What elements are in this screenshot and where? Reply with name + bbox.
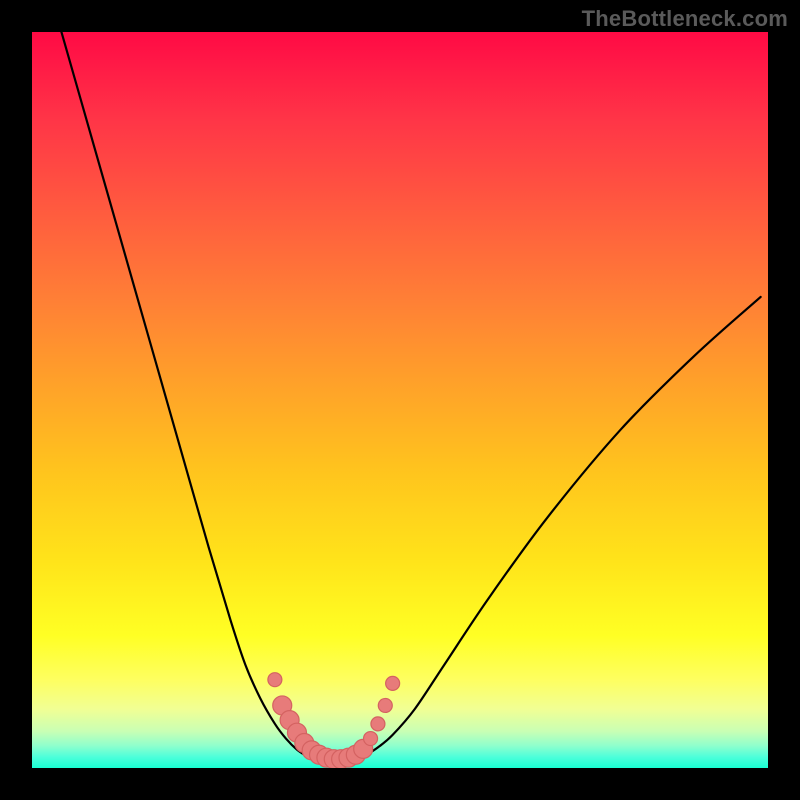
- data-marker: [268, 673, 282, 687]
- data-marker: [378, 698, 392, 712]
- data-markers-group: [268, 673, 400, 768]
- curve-left-branch: [61, 32, 308, 757]
- data-marker: [364, 732, 378, 746]
- curve-right-branch: [363, 297, 760, 757]
- chart-svg: [32, 32, 768, 768]
- chart-plot-area: [32, 32, 768, 768]
- watermark-text: TheBottleneck.com: [582, 6, 788, 32]
- data-marker: [371, 717, 385, 731]
- data-marker: [386, 676, 400, 690]
